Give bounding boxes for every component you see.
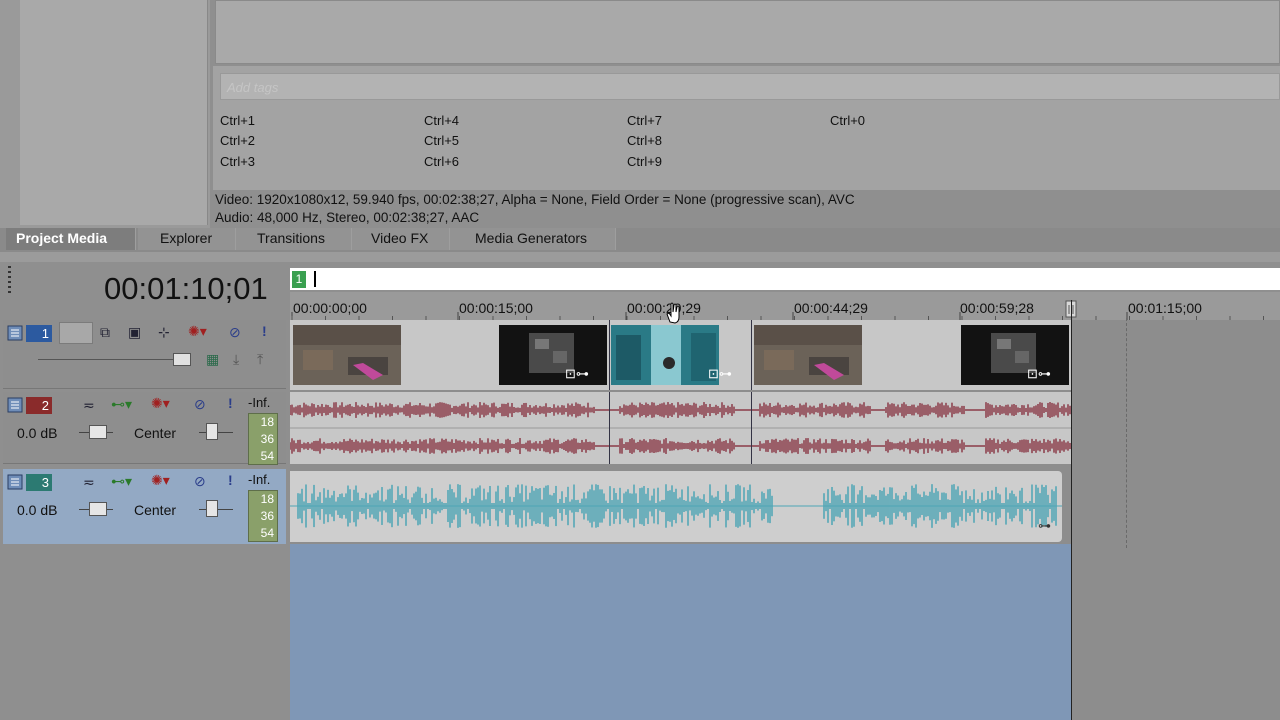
track-number: 2	[26, 397, 52, 414]
media-thumbnail-area[interactable]	[20, 0, 208, 225]
video-thumbnail	[754, 325, 862, 385]
meter-tick-36: 36	[260, 432, 274, 446]
move-up-icon[interactable]: ⤒	[257, 351, 263, 368]
meter-tick-36: 36	[260, 509, 274, 523]
mute-icon[interactable]: ⊘	[194, 473, 206, 490]
track-name-field[interactable]	[59, 322, 93, 344]
timeline-selection-region	[290, 544, 1072, 720]
tab-project-media[interactable]: Project Media	[6, 228, 136, 250]
composite-mode-icon[interactable]: ⧉	[100, 324, 110, 341]
track-envelope-icon[interactable]: ⊷▾	[111, 473, 132, 490]
hand-cursor-icon	[666, 302, 680, 324]
shortcut-tag-9[interactable]: Ctrl+9	[627, 154, 662, 169]
event-split-line	[609, 392, 610, 464]
track-header-audio-2[interactable]: 2 ≂ ⊷▾ ✺▾ ⊘ ! -Inf. 0.0 dB Center 18 36 …	[3, 392, 286, 465]
crop-icon[interactable]: ⊡⊶	[708, 366, 732, 382]
marker-cursor	[314, 271, 316, 287]
volume-label: 0.0 dB	[17, 425, 58, 441]
tab-media-generators[interactable]: Media Generators	[450, 228, 616, 250]
tab-transitions[interactable]: Transitions	[236, 228, 352, 250]
audio-waveform-mono	[290, 484, 1062, 528]
invert-phase-icon[interactable]: ≂	[83, 474, 95, 491]
event-split-line	[609, 320, 610, 390]
video-thumbnail	[611, 325, 719, 385]
track-number: 3	[26, 474, 52, 491]
shortcut-tag-0[interactable]: Ctrl+0	[830, 113, 865, 128]
video-thumbnail	[293, 325, 401, 385]
shortcut-tag-1[interactable]: Ctrl+1	[220, 113, 255, 128]
audio-waveform-stereo	[290, 402, 1072, 454]
media-preview-area	[215, 0, 1280, 64]
grip-handle[interactable]	[6, 266, 14, 300]
audio-info: Audio: 48,000 Hz, Stereo, 00:02:38;27, A…	[215, 210, 480, 225]
timeline-end-line	[1071, 300, 1072, 720]
shortcut-tag-2[interactable]: Ctrl+2	[220, 133, 255, 148]
event-fx-icon[interactable]: ⊶	[1038, 518, 1051, 534]
end-time-guide	[1126, 318, 1127, 548]
track-fx-icon[interactable]: ✺▾	[151, 472, 170, 489]
track-fx-chain-icon[interactable]: ▦	[206, 351, 219, 368]
invert-phase-icon[interactable]: ≂	[83, 397, 95, 414]
track-header-video-1[interactable]: 1 ⧉ ▣ ⊹ ✺▾ ⊘ ! ▦ ⤓ ⤒	[3, 320, 286, 389]
shortcut-tag-3[interactable]: Ctrl+3	[220, 154, 255, 169]
pan-slider-thumb[interactable]	[206, 500, 218, 517]
marker-bar[interactable]	[290, 268, 1280, 290]
crop-icon[interactable]: ⊡⊶	[1027, 366, 1051, 382]
video-info: Video: 1920x1080x12, 59.940 fps, 00:02:3…	[215, 192, 855, 207]
level-meter: 18 36 54	[248, 490, 278, 542]
meter-peak-label: -Inf.	[248, 395, 271, 410]
solo-icon[interactable]: !	[228, 472, 233, 488]
pan-label: Center	[134, 502, 177, 518]
shortcut-tag-8[interactable]: Ctrl+8	[627, 133, 662, 148]
compositing-parent-icon[interactable]: ▣	[128, 324, 141, 341]
marker-1[interactable]: 1	[292, 271, 306, 288]
shortcut-tag-4[interactable]: Ctrl+4	[424, 113, 459, 128]
track-fx-icon[interactable]: ✺▾	[151, 395, 170, 412]
move-down-icon[interactable]: ⤓	[233, 351, 239, 368]
track-expand-icon[interactable]	[7, 397, 23, 413]
volume-slider-thumb[interactable]	[89, 502, 107, 516]
crop-icon[interactable]: ⊡⊶	[565, 366, 589, 382]
track-header-audio-3[interactable]: 3 ≂ ⊷▾ ✺▾ ⊘ ! -Inf. 0.0 dB Center 18 36 …	[3, 469, 286, 544]
pan-label: Center	[134, 425, 177, 441]
tab-explorer[interactable]: Explorer	[138, 228, 236, 250]
opacity-slider-track[interactable]	[38, 359, 188, 360]
meter-tick-18: 18	[260, 492, 274, 506]
track-fx-icon[interactable]: ✺▾	[188, 323, 207, 340]
level-meter: 18 36 54	[248, 413, 278, 465]
shortcut-tag-5[interactable]: Ctrl+5	[424, 133, 459, 148]
video-thumbnail	[499, 325, 607, 385]
meter-peak-label: -Inf.	[248, 472, 271, 487]
shortcut-tag-7[interactable]: Ctrl+7	[627, 113, 662, 128]
track-expand-icon[interactable]	[7, 474, 23, 490]
video-thumbnail	[961, 325, 1069, 385]
solo-icon[interactable]: !	[228, 395, 233, 411]
pan-slider-thumb[interactable]	[206, 423, 218, 440]
mute-icon[interactable]: ⊘	[229, 324, 241, 341]
tab-video-fx[interactable]: Video FX	[352, 228, 450, 250]
panel-splitter[interactable]	[0, 252, 1280, 262]
volume-slider-thumb[interactable]	[89, 425, 107, 439]
meter-tick-18: 18	[260, 415, 274, 429]
opacity-slider-thumb[interactable]	[173, 353, 191, 366]
meter-tick-54: 54	[260, 449, 274, 463]
tag-input[interactable]: Add tags	[220, 73, 1280, 100]
track-envelope-icon[interactable]: ⊷▾	[111, 396, 132, 413]
solo-icon[interactable]: !	[262, 323, 267, 339]
mute-icon[interactable]: ⊘	[194, 396, 206, 413]
timecode-display: 00:01:10;01	[104, 271, 268, 306]
track-motion-icon[interactable]: ⊹	[158, 324, 170, 341]
meter-tick-54: 54	[260, 526, 274, 540]
shortcut-tag-6[interactable]: Ctrl+6	[424, 154, 459, 169]
event-split-line	[751, 392, 752, 464]
volume-label: 0.0 dB	[17, 502, 58, 518]
track-number: 1	[26, 325, 52, 342]
track-expand-icon[interactable]	[7, 325, 23, 341]
event-split-line	[751, 320, 752, 390]
